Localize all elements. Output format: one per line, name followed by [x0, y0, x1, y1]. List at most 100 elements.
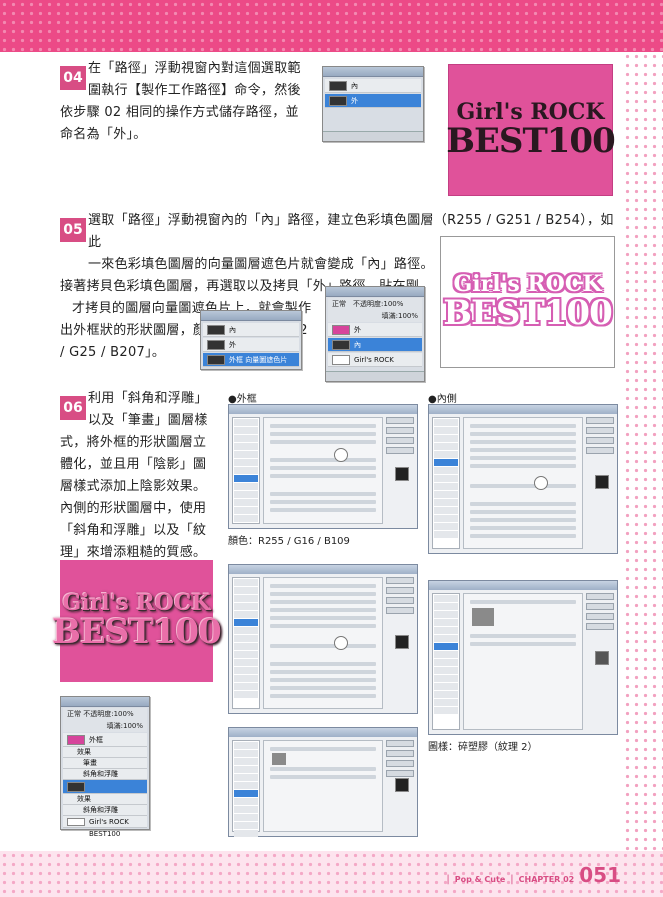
paths-panel-screenshot-1: 內 外	[322, 66, 424, 142]
angle-dial	[534, 476, 548, 490]
pattern-note: 圖樣：碎塑膠（紋理 2）	[428, 742, 538, 753]
style-options	[463, 417, 583, 549]
dialog-buttons	[386, 417, 414, 457]
path-row-outer: 外	[325, 94, 421, 108]
style-list	[432, 417, 460, 549]
art-preview-outline: Girl's ROCK BEST100	[440, 236, 615, 368]
folio-chapter: CHAPTER 02	[518, 875, 575, 884]
step-06-line-4: 體化，並且用「陰影」圖	[60, 457, 207, 472]
style-list	[232, 740, 260, 837]
layers-panel-screenshot-2: 正常 不透明度:100% 填滿:100% 外框 效果 筆畫 斜角和浮雕 效果 斜…	[60, 696, 150, 838]
layer-thumbnail	[67, 782, 85, 792]
step-04-line-3: 依步驟 02 相同的操作方式儲存路徑，並	[60, 105, 299, 120]
layer-thumbnail	[332, 325, 350, 335]
step-04-line-2: 圍執行【製作工作路徑】命令，然後	[88, 83, 301, 98]
layer-style-dialog-outer-stroke	[228, 404, 418, 529]
layer-thumbnail	[332, 340, 350, 350]
preview-swatch	[595, 475, 609, 489]
art-preview-beveled: Girl's ROCK BEST100	[52, 560, 222, 682]
step-06-text: 利用「斜角和浮雕」 以及「筆畫」圖層樣 式，將外框的形狀圖層立 體化，並且用「陰…	[60, 388, 220, 564]
layers-panel-screenshot-1: 正常 不透明度:100% 填滿:100% 外 內 Girl's ROCK BES…	[325, 286, 425, 382]
paths-panel-screenshot-2: 內 外 外框 向量圖遮色片	[200, 310, 302, 370]
effects-row-2: 效果	[63, 794, 147, 805]
effect-stroke-row: 筆畫	[63, 758, 147, 769]
panel-titlebar	[323, 67, 423, 77]
right-decorative-band	[623, 52, 663, 852]
step-06-line-5: 層樣式添加上陰影效果。	[60, 479, 207, 494]
panel-titlebar	[326, 287, 424, 297]
dialog-buttons	[586, 417, 614, 457]
step-04-line-4: 命名為「外」。	[60, 127, 147, 142]
dialog-buttons	[386, 577, 414, 617]
style-list	[232, 577, 260, 709]
step-04-line-1: 在「路徑」浮動視窗內對這個選取範	[88, 61, 301, 76]
effects-row: 效果	[63, 747, 147, 758]
layer-row-inner: 內	[328, 338, 422, 352]
layer-row-text: Girl's ROCK BEST100	[63, 816, 147, 838]
angle-dial	[334, 636, 348, 650]
dialog-titlebar	[429, 405, 617, 414]
path-row-inner: 內	[325, 79, 421, 93]
effect-bevel-row: 斜角和浮雕	[63, 769, 147, 780]
dialog-titlebar	[229, 565, 417, 574]
style-options	[263, 417, 383, 524]
path-thumbnail	[207, 325, 225, 335]
layer-style-dialog-outer-bevel	[228, 564, 418, 714]
layer-thumbnail	[67, 735, 85, 745]
path-row-inner: 內	[203, 323, 299, 337]
art-line-2: BEST100	[52, 612, 221, 653]
blend-mode-row: 正常 不透明度:100%	[328, 298, 422, 310]
effect-bevel-row-2: 斜角和浮雕	[63, 805, 147, 816]
path-row-outer: 外	[203, 338, 299, 352]
text-layer-icon	[67, 818, 85, 826]
step-06-line-7: 「斜角和浮雕」以及「紋	[60, 523, 207, 538]
page-number: 051	[579, 863, 621, 887]
layer-row-text: Girl's ROCK BEST100	[328, 353, 422, 378]
layer-row-outer: 外	[328, 323, 422, 337]
angle-dial	[334, 448, 348, 462]
layer-style-dialog-texture	[428, 580, 618, 735]
panel-footer	[323, 131, 423, 141]
art-line-2: BEST100	[443, 293, 612, 334]
preview-swatch	[395, 467, 409, 481]
art-preview-pink: Girl's ROCK BEST100	[446, 64, 616, 196]
dialog-titlebar	[229, 405, 417, 414]
panel-titlebar	[201, 311, 301, 321]
fill-row: 填滿:100%	[328, 310, 422, 322]
step-06-line-3: 式，將外框的形狀圖層立	[60, 435, 207, 450]
page-body: 04 在「路徑」浮動視窗內對這個選取範 圍執行【製作工作路徑】命令，然後 依步驟…	[0, 52, 623, 851]
panel-footer	[326, 371, 424, 381]
page-folio: | Pop & Cute | CHAPTER 02 051	[446, 863, 621, 887]
dialog-titlebar	[429, 581, 617, 590]
path-thumbnail	[207, 340, 225, 350]
layer-row-frame: 外框	[63, 733, 147, 747]
dialog-titlebar	[229, 728, 417, 737]
path-row-vector-mask: 外框 向量圖遮色片	[203, 353, 299, 367]
inner-label: ●內側	[428, 394, 457, 405]
path-thumbnail	[329, 96, 347, 106]
top-decorative-band	[0, 0, 663, 52]
text-layer-icon	[332, 355, 350, 365]
dialog-buttons	[586, 593, 614, 633]
pattern-swatch	[472, 608, 494, 626]
preview-swatch	[395, 635, 409, 649]
path-thumbnail	[329, 81, 347, 91]
preview-swatch	[395, 778, 409, 792]
style-options	[263, 577, 383, 709]
dialog-buttons	[386, 740, 414, 780]
preview-swatch	[595, 651, 609, 665]
style-list	[432, 593, 460, 730]
art-line-2: BEST100	[446, 121, 615, 162]
path-thumbnail	[207, 355, 225, 365]
style-options	[263, 740, 383, 832]
layer-style-dialog-stroke	[228, 727, 418, 837]
folio-section: Pop & Cute	[454, 875, 506, 884]
panel-titlebar	[61, 697, 149, 707]
fill-row: 填滿:100%	[63, 720, 147, 732]
layer-style-dialog-inner-bevel	[428, 404, 618, 554]
pattern-swatch	[272, 753, 286, 765]
layer-row-inner	[63, 780, 147, 794]
step-06-line-6: 內側的形狀圖層中，使用	[60, 501, 207, 516]
step-06-line-2: 以及「筆畫」圖層樣	[88, 413, 208, 428]
color-note: 顏色：R255 / G16 / B109	[228, 536, 350, 547]
